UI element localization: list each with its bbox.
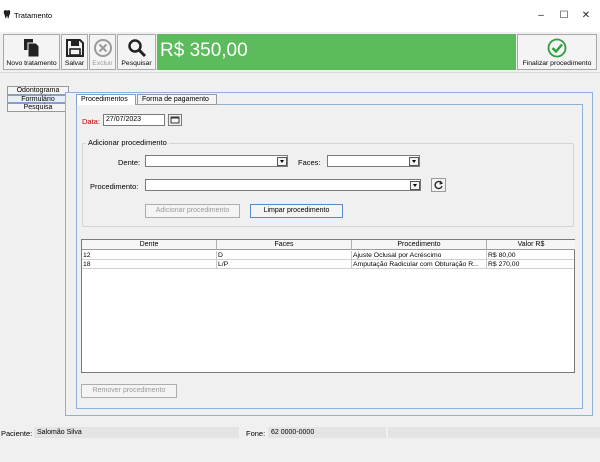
window-title: Tratamento xyxy=(14,11,53,20)
procedimento-combo[interactable] xyxy=(145,179,421,191)
cell-dente: 18 xyxy=(82,260,217,269)
status-empty-field xyxy=(388,427,600,438)
chevron-down-icon[interactable] xyxy=(277,157,287,166)
table-row[interactable]: 18 L/P Amputação Radicular com Obturação… xyxy=(82,260,574,269)
calendar-icon xyxy=(170,116,180,124)
pesquisar-label: Pesquisar xyxy=(121,60,152,67)
remover-procedimento-button[interactable]: Remover procedimento xyxy=(81,384,177,398)
total-display: R$ 350,00 xyxy=(157,34,516,70)
adicionar-procedimento-button[interactable]: Adicionar procedimento xyxy=(145,204,240,218)
fone-value: 62 0000-0000 xyxy=(268,427,386,438)
side-tab-pesquisa[interactable]: Pesquisa xyxy=(7,103,69,112)
faces-label: Faces: xyxy=(298,158,321,167)
pesquisar-button[interactable]: Pesquisar xyxy=(117,34,156,70)
side-tab-formulario[interactable]: Formulário xyxy=(7,94,69,103)
tab-forma-pagamento[interactable]: Forma de pagamento xyxy=(137,94,217,105)
data-field[interactable]: 27/07/2023 xyxy=(103,114,165,126)
procedimento-label: Procedimento: xyxy=(90,182,139,191)
finalizar-label: Finalizar procedimento xyxy=(522,60,592,67)
cell-procedimento: Ajuste Oclusal por Acréscimo xyxy=(352,251,487,260)
excluir-button[interactable]: Excluir xyxy=(89,34,116,70)
save-icon xyxy=(65,39,84,57)
fone-label: Fone: xyxy=(246,429,266,438)
table-row[interactable]: 12 D Ajuste Oclusal por Acréscimo R$ 80,… xyxy=(82,251,574,260)
limpar-procedimento-button[interactable]: Limpar procedimento xyxy=(250,204,343,218)
close-button[interactable]: ✕ xyxy=(574,8,598,24)
header-faces[interactable]: Faces xyxy=(217,240,352,250)
maximize-button[interactable]: ☐ xyxy=(552,8,576,24)
header-dente[interactable]: Dente xyxy=(82,240,217,250)
excluir-label: Excluir xyxy=(92,60,113,67)
cell-procedimento: Amputação Radicular com Obturação R... xyxy=(352,260,487,269)
header-procedimento[interactable]: Procedimento xyxy=(352,240,487,250)
group-title: Adicionar procedimento xyxy=(86,138,169,147)
refresh-icon xyxy=(434,180,444,190)
dente-label: Dente: xyxy=(118,158,141,167)
chevron-down-icon[interactable] xyxy=(410,181,420,190)
novo-tratamento-button[interactable]: Novo tratamento xyxy=(3,34,60,70)
minimize-button[interactable]: – xyxy=(529,8,553,24)
tab-procedimentos[interactable]: Procedimentos xyxy=(76,94,136,105)
cell-faces: L/P xyxy=(217,260,352,269)
tooth-icon xyxy=(3,10,11,19)
cell-valor: R$ 80,00 xyxy=(487,251,574,260)
search-icon xyxy=(127,39,146,58)
side-tab-odontograma[interactable]: Odontograma xyxy=(7,86,69,95)
salvar-label: Salvar xyxy=(64,60,85,67)
header-valor[interactable]: Valor R$ xyxy=(487,240,575,250)
cell-dente: 12 xyxy=(82,251,217,260)
delete-circle-icon xyxy=(93,39,112,57)
paciente-label: Paciente: xyxy=(1,429,33,438)
title-bar xyxy=(0,0,600,32)
dente-combo[interactable] xyxy=(145,155,288,167)
paciente-value: Salomão Silva xyxy=(34,427,239,438)
salvar-button[interactable]: Salvar xyxy=(61,34,88,70)
novo-tratamento-label: Novo tratamento xyxy=(6,60,57,67)
chevron-down-icon[interactable] xyxy=(409,157,419,166)
data-label: Data: xyxy=(82,117,100,126)
refresh-button[interactable] xyxy=(431,178,446,192)
procedimentos-table[interactable]: Dente Faces Procedimento Valor R$ 12 D A… xyxy=(81,239,575,373)
cell-valor: R$ 270,00 xyxy=(487,260,574,269)
cell-faces: D xyxy=(217,251,352,260)
new-document-icon xyxy=(23,39,39,58)
check-circle-icon xyxy=(547,38,567,58)
calendar-button[interactable] xyxy=(168,114,182,126)
finalizar-procedimento-button[interactable]: Finalizar procedimento xyxy=(517,34,597,70)
faces-combo[interactable] xyxy=(327,155,420,167)
